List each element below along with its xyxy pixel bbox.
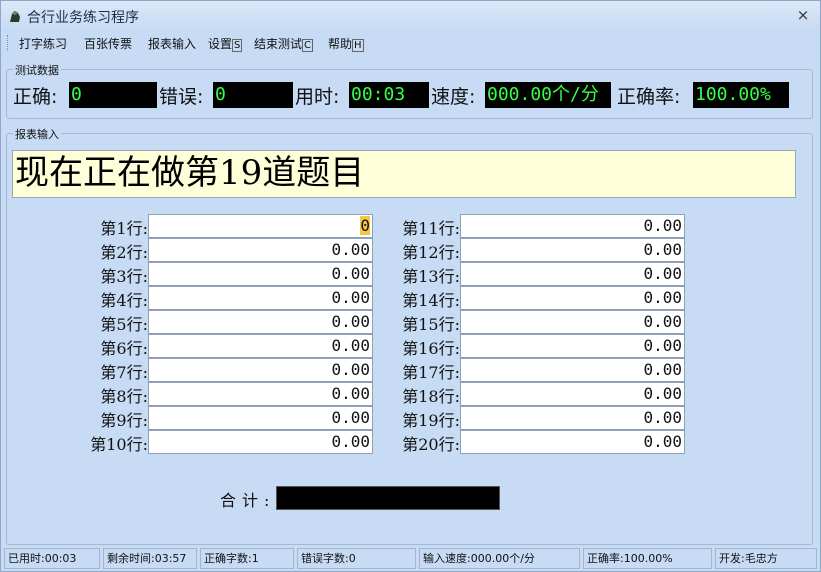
menu-hundred-bills[interactable]: 百张传票 xyxy=(84,35,132,52)
row-label: 第4行: xyxy=(100,291,148,310)
menu-end-test-label: 结束测试 xyxy=(254,37,303,51)
row-input[interactable]: 0.00 xyxy=(460,310,685,334)
row-input[interactable]: 0.00 xyxy=(460,286,685,310)
row-label: 第2行: xyxy=(100,243,148,262)
row-label: 第16行: xyxy=(402,339,460,358)
total-input[interactable] xyxy=(276,486,500,510)
test-data-group-title: 测试数据 xyxy=(13,62,61,78)
row-label: 第8行: xyxy=(100,387,148,406)
status-elapsed: 已用时:00:03 xyxy=(4,548,100,569)
question-banner: 现在正在做第19道题目 xyxy=(12,150,796,198)
row-label: 第1行: xyxy=(100,219,148,238)
row-input[interactable]: 0.00 xyxy=(148,382,373,406)
row-label: 第12行: xyxy=(402,243,460,262)
menu-grip xyxy=(7,35,10,51)
row-input[interactable]: 0.00 xyxy=(148,286,373,310)
row-input[interactable]: 0.00 xyxy=(148,358,373,382)
row-label: 第13行: xyxy=(402,267,460,286)
speed-value: 000.00个/分 xyxy=(485,82,611,108)
row-label: 第17行: xyxy=(402,363,460,382)
menu-settings[interactable]: 设置 S xyxy=(208,35,243,52)
status-accuracy: 正确率:100.00% xyxy=(583,548,712,569)
time-label: 用时: xyxy=(295,86,340,108)
menu-report-input[interactable]: 报表输入 xyxy=(148,35,196,52)
status-error-chars: 错误字数:0 xyxy=(297,548,416,569)
row-label: 第10行: xyxy=(90,435,148,454)
menu-settings-label: 设置 xyxy=(208,37,233,51)
row-input[interactable]: 0.00 xyxy=(460,334,685,358)
menu-bar: 打字练习 百张传票 报表输入 设置 S 结束测试 C 帮助 H xyxy=(1,31,820,55)
total-label: 合计: xyxy=(220,491,276,510)
menu-end-test-key: C xyxy=(302,39,313,52)
correct-value: 0 xyxy=(69,82,157,108)
row-label: 第7行: xyxy=(100,363,148,382)
error-label: 错误: xyxy=(159,86,204,108)
row-label: 第19行: xyxy=(402,411,460,430)
row-label: 第11行: xyxy=(402,219,460,238)
title-bar[interactable]: 合行业务练习程序 × xyxy=(1,1,820,31)
menu-help-label: 帮助 xyxy=(328,37,353,51)
row-input[interactable]: 0.00 xyxy=(148,430,373,454)
main-window: 合行业务练习程序 × 打字练习 百张传票 报表输入 设置 S 结束测试 C 帮助 H … xyxy=(0,0,821,572)
accuracy-label: 正确率: xyxy=(617,86,681,108)
status-input-speed: 输入速度:000.00个/分 xyxy=(419,548,580,569)
correct-label: 正确: xyxy=(13,86,58,108)
time-value: 00:03 xyxy=(349,82,429,108)
row-input[interactable]: 0.00 xyxy=(148,406,373,430)
menu-help[interactable]: 帮助 H xyxy=(328,35,364,52)
row-label: 第14行: xyxy=(402,291,460,310)
row-input[interactable]: 0.00 xyxy=(148,334,373,358)
error-value: 0 xyxy=(213,82,293,108)
row-input-selected-text: 0 xyxy=(360,216,370,235)
row-input[interactable]: 0.00 xyxy=(460,358,685,382)
menu-end-test[interactable]: 结束测试 C xyxy=(254,35,313,52)
row-label: 第18行: xyxy=(402,387,460,406)
menu-help-key: H xyxy=(352,39,364,52)
row-input[interactable]: 0.00 xyxy=(148,238,373,262)
row-label: 第15行: xyxy=(402,315,460,334)
accuracy-value: 100.00% xyxy=(693,82,789,108)
status-developer: 开发:毛忠方 xyxy=(715,548,817,569)
row-label: 第3行: xyxy=(100,267,148,286)
row-label: 第6行: xyxy=(100,339,148,358)
report-input-group-title: 报表输入 xyxy=(13,126,61,142)
close-button[interactable]: × xyxy=(794,6,812,24)
row-label: 第20行: xyxy=(402,435,460,454)
test-data-group: 测试数据 正确: 0 错误: 0 用时: 00:03 速度: 000.00个/分… xyxy=(6,62,813,119)
status-remaining: 剩余时间:03:57 xyxy=(103,548,197,569)
menu-settings-key: S xyxy=(232,39,243,52)
row-label: 第9行: xyxy=(100,411,148,430)
row-input[interactable]: 0.00 xyxy=(148,310,373,334)
app-icon xyxy=(10,11,20,22)
speed-label: 速度: xyxy=(431,86,476,108)
row-label: 第5行: xyxy=(100,315,148,334)
menu-typing-practice[interactable]: 打字练习 xyxy=(19,35,67,52)
row-input[interactable]: 0.00 xyxy=(460,214,685,238)
row-input[interactable]: 0.00 xyxy=(460,430,685,454)
row-input[interactable]: 0.00 xyxy=(460,406,685,430)
row-input[interactable]: 0 xyxy=(148,214,373,238)
window-title: 合行业务练习程序 xyxy=(27,10,139,26)
status-bar: 已用时:00:03 剩余时间:03:57 正确字数:1 错误字数:0 输入速度:… xyxy=(1,546,820,571)
status-correct-chars: 正确字数:1 xyxy=(200,548,294,569)
row-input[interactable]: 0.00 xyxy=(460,238,685,262)
row-input[interactable]: 0.00 xyxy=(460,262,685,286)
row-input[interactable]: 0.00 xyxy=(148,262,373,286)
row-input[interactable]: 0.00 xyxy=(460,382,685,406)
